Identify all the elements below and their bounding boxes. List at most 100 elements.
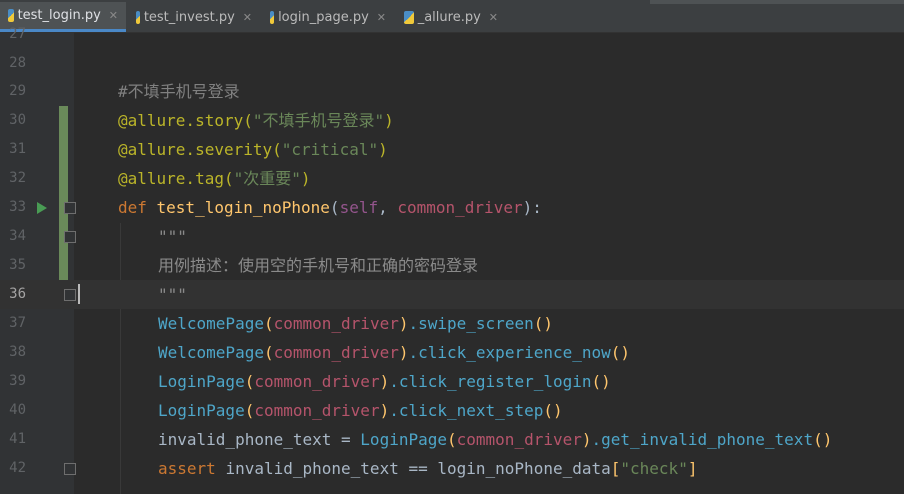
line-number: 33	[9, 199, 26, 215]
tab-bar-scroll-area	[650, 0, 904, 4]
expression: invalid_phone_text == login_noPhone_data	[225, 459, 611, 478]
docstring: 用例描述：使用空的手机号和正确的密码登录	[158, 256, 479, 275]
decorator-close: )	[300, 169, 311, 188]
argument: common_driver	[273, 343, 399, 362]
code-line: 28	[0, 49, 904, 78]
bracket: ]	[687, 459, 698, 478]
line-number: 27	[9, 26, 26, 42]
call-parens: ()	[610, 343, 631, 362]
paren: (	[244, 401, 255, 420]
class-name: LoginPage	[158, 401, 245, 420]
decorator: @allure.severity(	[118, 140, 282, 159]
code-text: assert invalid_phone_text == login_noPho…	[158, 454, 697, 483]
argument: common_driver	[456, 430, 582, 449]
argument: common_driver	[254, 372, 380, 391]
line-number: 42	[9, 460, 26, 476]
method-name: .click_register_login	[389, 372, 592, 391]
parameter: common_driver	[397, 198, 523, 217]
function-name: test_login_noPhone	[156, 198, 330, 217]
decorator: @allure.tag(	[118, 169, 234, 188]
code-line: 30 @allure.story("不填手机号登录")	[0, 106, 904, 135]
code-line: 29 #不填手机号登录	[0, 77, 904, 106]
call-parens: ()	[591, 372, 611, 391]
code-comment: #不填手机号登录	[118, 82, 240, 101]
code-line: 42 assert invalid_phone_text == login_no…	[0, 454, 904, 483]
text-caret	[78, 284, 80, 304]
code-text: @allure.tag("次重要")	[118, 164, 311, 193]
decorator: @allure.story(	[118, 111, 253, 130]
line-number: 40	[9, 402, 26, 418]
run-arrow-icon[interactable]	[37, 202, 47, 214]
line-number: 35	[9, 257, 26, 273]
code-text: def test_login_noPhone(self, common_driv…	[118, 193, 542, 222]
paren: (	[263, 314, 274, 333]
line-number: 38	[9, 344, 26, 360]
paren: )	[581, 430, 592, 449]
method-name: .get_invalid_phone_text	[591, 430, 814, 449]
string-literal: "critical"	[281, 140, 379, 159]
method-name: .click_next_step	[389, 401, 544, 420]
code-text: LoginPage(common_driver).click_register_…	[158, 367, 611, 396]
fold-marker-icon[interactable]	[64, 289, 76, 301]
string-literal: "check"	[620, 459, 688, 478]
docstring: """	[158, 285, 187, 304]
line-number: 34	[9, 228, 26, 244]
paren: (	[447, 430, 457, 449]
line-number: 32	[9, 170, 26, 186]
separator: ,	[378, 198, 398, 217]
code-text: @allure.severity("critical")	[118, 135, 388, 164]
keyword: def	[118, 198, 157, 217]
paren: )	[379, 401, 390, 420]
code-line: 38 WelcomePage(common_driver).click_expe…	[0, 338, 904, 367]
line-number: 31	[9, 141, 26, 157]
code-line: 41 invalid_phone_text = LoginPage(common…	[0, 425, 904, 454]
call-parens: ()	[813, 430, 833, 449]
fold-marker-icon[interactable]	[64, 231, 76, 243]
class-name: LoginPage	[158, 372, 245, 391]
argument: common_driver	[273, 314, 399, 333]
decorator-close: )	[378, 140, 388, 159]
call-parens: ()	[543, 401, 563, 420]
line-number: 41	[9, 431, 26, 447]
docstring: """	[158, 227, 187, 246]
code-line: 37 WelcomePage(common_driver).swipe_scre…	[0, 309, 904, 338]
code-line: 27	[0, 20, 904, 49]
code-line: 31 @allure.severity("critical")	[0, 135, 904, 164]
paren: (	[263, 343, 274, 362]
method-name: .swipe_screen	[408, 314, 534, 333]
bracket: [	[610, 459, 621, 478]
fold-marker-icon[interactable]	[64, 202, 76, 214]
code-line: 32 @allure.tag("次重要")	[0, 164, 904, 193]
code-editor[interactable]: 27 28 29 #不填手机号登录 30 @allure.story("不填手机…	[0, 26, 904, 494]
class-name: LoginPage	[360, 430, 447, 449]
code-line: 39 LoginPage(common_driver).click_regist…	[0, 367, 904, 396]
paren: )	[379, 372, 390, 391]
line-number: 39	[9, 373, 26, 389]
argument: common_driver	[254, 401, 380, 420]
code-text: WelcomePage(common_driver).click_experie…	[158, 338, 630, 367]
method-name: .click_experience_now	[408, 343, 611, 362]
paren: (	[329, 198, 340, 217]
keyword: assert	[158, 459, 226, 478]
call-parens: ()	[533, 314, 553, 333]
fold-marker-icon[interactable]	[64, 463, 76, 475]
string-literal: "次重要"	[233, 169, 301, 188]
code-line: 33 def test_login_noPhone(self, common_d…	[0, 193, 904, 222]
code-line: 34 """	[0, 222, 904, 251]
code-line-current: 36 """	[0, 280, 904, 309]
paren: (	[244, 372, 255, 391]
code-line: 35 用例描述：使用空的手机号和正确的密码登录	[0, 251, 904, 280]
string-literal: "不填手机号登录"	[252, 111, 385, 130]
variable-assign: invalid_phone_text =	[158, 430, 361, 449]
line-number: 29	[9, 83, 26, 99]
class-name: WelcomePage	[158, 314, 264, 333]
decorator-close: )	[384, 111, 394, 130]
code-text: LoginPage(common_driver).click_next_step…	[158, 396, 563, 425]
self-param: self	[339, 198, 379, 217]
class-name: WelcomePage	[158, 343, 264, 362]
code-line: 40 LoginPage(common_driver).click_next_s…	[0, 396, 904, 425]
code-text: invalid_phone_text = LoginPage(common_dr…	[158, 425, 832, 454]
code-text: @allure.story("不填手机号登录")	[118, 106, 394, 135]
paren: ):	[522, 198, 542, 217]
line-number: 37	[9, 315, 26, 331]
